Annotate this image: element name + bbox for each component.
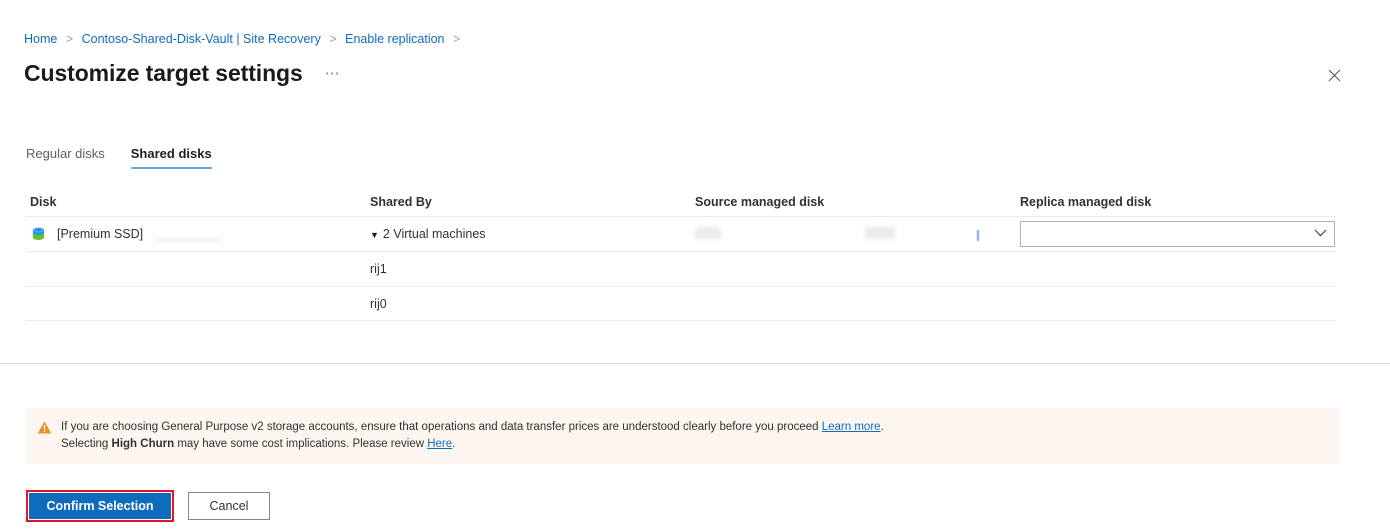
breadcrumb-separator-trailing: >: [453, 32, 461, 46]
replica-managed-disk-dropdown[interactable]: [1020, 221, 1335, 247]
shared-disks-table: Disk Shared By Source managed disk Repli…: [26, 188, 1336, 321]
expand-collapse-icon[interactable]: ▼: [370, 230, 379, 240]
breadcrumb-item-vault[interactable]: Contoso-Shared-Disk-Vault | Site Recover…: [82, 32, 321, 46]
cell-disk: [Premium SSD] __________: [26, 226, 366, 243]
cancel-button[interactable]: Cancel: [188, 492, 270, 520]
cell-shared-by[interactable]: ▼ 2 Virtual machines: [366, 227, 691, 241]
table-row[interactable]: rij0: [26, 286, 1336, 321]
title-row: Customize target settings ⋯: [24, 58, 341, 88]
cell-shared-by: rij1: [370, 262, 387, 276]
tab-shared-disks[interactable]: Shared disks: [130, 146, 212, 169]
here-link[interactable]: Here: [427, 438, 452, 450]
breadcrumb-separator: >: [65, 32, 74, 46]
warning-line2-part1: Selecting: [61, 438, 112, 450]
breadcrumb-item-enable-replication[interactable]: Enable replication: [345, 32, 444, 46]
warning-line2-part2: may have some cost implications. Please …: [174, 438, 428, 450]
warning-high-churn-emphasis: High Churn: [111, 438, 175, 450]
close-icon[interactable]: [1323, 64, 1345, 86]
table-body: [Premium SSD] __________ ▼ 2 Virtual mach…: [26, 216, 1336, 321]
warning-line1-part2: .: [880, 421, 884, 433]
cost-warning-banner: If you are choosing General Purpose v2 s…: [26, 408, 1340, 464]
source-managed-disk-redacted: [695, 226, 935, 239]
disk-name: [Premium SSD]: [57, 227, 144, 241]
disk-name-redacted: __________: [153, 227, 223, 241]
managed-disk-icon: [32, 226, 45, 240]
breadcrumb: Home > Contoso-Shared-Disk-Vault | Site …: [24, 31, 465, 47]
table-row[interactable]: [Premium SSD] __________ ▼ 2 Virtual mach…: [26, 216, 1336, 251]
table-header-row: Disk Shared By Source managed disk Repli…: [26, 188, 1336, 216]
section-divider: [0, 363, 1390, 364]
tab-regular-disks[interactable]: Regular disks: [26, 146, 105, 169]
chevron-down-icon[interactable]: [1314, 228, 1327, 240]
warning-line2-part3: .: [452, 438, 456, 450]
learn-more-link[interactable]: Learn more: [822, 421, 881, 433]
breadcrumb-item-home[interactable]: Home: [24, 32, 57, 46]
breadcrumb-separator: >: [329, 32, 337, 46]
footer-actions: Confirm Selection Cancel: [26, 490, 270, 522]
table-row[interactable]: rij1: [26, 251, 1336, 286]
warning-text: If you are choosing General Purpose v2 s…: [61, 419, 884, 453]
confirm-selection-annotation: Confirm Selection: [26, 490, 174, 522]
cell-shared-by: rij0: [370, 296, 387, 311]
page-title: Customize target settings: [24, 60, 303, 86]
disk-type-tabs: Regular disks Shared disks: [26, 146, 212, 169]
column-header-replica-managed-disk: Replica managed disk: [1020, 195, 1152, 209]
confirm-selection-button[interactable]: Confirm Selection: [29, 493, 171, 519]
warning-line1-part1: If you are choosing General Purpose v2 s…: [61, 421, 822, 433]
column-header-shared-by: Shared By: [370, 195, 432, 209]
warning-triangle-icon: [37, 421, 52, 434]
source-managed-disk-cursor: [977, 229, 979, 241]
cell-replica-managed-disk: [1016, 221, 1336, 247]
customize-target-settings-blade: Home > Contoso-Shared-Disk-Vault | Site …: [0, 0, 1390, 531]
cell-source-managed-disk: [691, 226, 1016, 242]
overflow-menu-icon[interactable]: ⋯: [325, 64, 341, 82]
column-header-source-managed-disk: Source managed disk: [695, 195, 825, 209]
column-header-disk: Disk: [30, 195, 57, 209]
shared-by-value: 2 Virtual machines: [382, 227, 486, 241]
